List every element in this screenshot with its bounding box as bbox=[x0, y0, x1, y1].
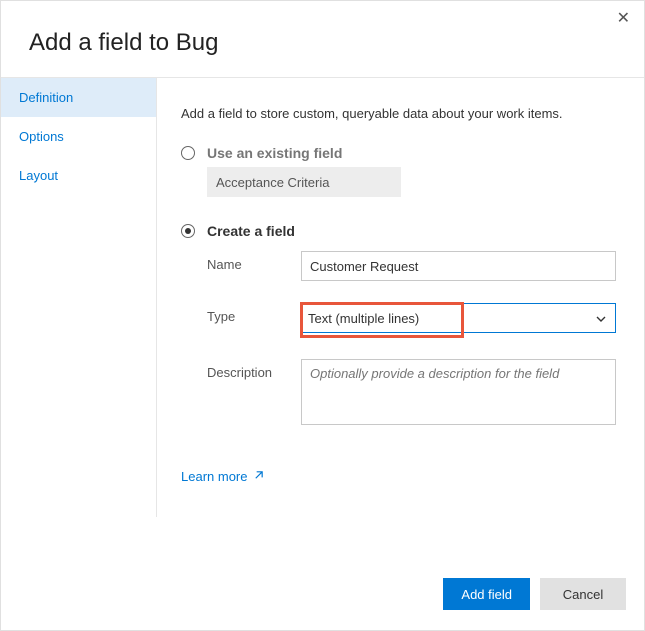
radio-create[interactable] bbox=[181, 224, 195, 238]
sidebar-item-definition[interactable]: Definition bbox=[1, 78, 156, 117]
name-label: Name bbox=[207, 251, 301, 272]
option-create-label: Create a field bbox=[207, 223, 295, 239]
intro-text: Add a field to store custom, queryable d… bbox=[181, 106, 616, 121]
create-field-sub: Name Type Text (multiple lines) bbox=[207, 251, 616, 425]
chevron-down-icon bbox=[595, 313, 607, 325]
sidebar: Definition Options Layout bbox=[1, 78, 157, 517]
sidebar-item-layout[interactable]: Layout bbox=[1, 156, 156, 195]
name-row: Name bbox=[207, 251, 616, 281]
close-icon[interactable]: ✕ bbox=[617, 11, 630, 27]
description-label: Description bbox=[207, 359, 301, 380]
radio-existing[interactable] bbox=[181, 146, 195, 160]
description-input[interactable] bbox=[301, 359, 616, 425]
type-row: Type Text (multiple lines) bbox=[207, 303, 616, 333]
learn-more-label: Learn more bbox=[181, 469, 247, 484]
add-field-button[interactable]: Add field bbox=[443, 578, 530, 610]
dialog-footer: Add field Cancel bbox=[443, 578, 626, 610]
option-existing-label: Use an existing field bbox=[207, 145, 342, 161]
existing-field-input bbox=[207, 167, 401, 197]
add-field-dialog: ✕ Add a field to Bug Definition Options … bbox=[0, 0, 645, 631]
learn-more-link[interactable]: Learn more bbox=[181, 469, 264, 484]
dialog-title: Add a field to Bug bbox=[1, 1, 644, 77]
dialog-body: Definition Options Layout Add a field to… bbox=[1, 77, 644, 517]
main-panel: Add a field to store custom, queryable d… bbox=[157, 78, 644, 517]
description-row: Description bbox=[207, 359, 616, 425]
type-select-value: Text (multiple lines) bbox=[308, 311, 419, 326]
option-create-row: Create a field bbox=[181, 223, 616, 239]
cancel-button[interactable]: Cancel bbox=[540, 578, 626, 610]
option-existing-row: Use an existing field bbox=[181, 145, 616, 161]
type-select[interactable]: Text (multiple lines) bbox=[301, 303, 616, 333]
sidebar-item-options[interactable]: Options bbox=[1, 117, 156, 156]
existing-field-sub bbox=[207, 167, 616, 197]
type-label: Type bbox=[207, 303, 301, 324]
name-input[interactable] bbox=[301, 251, 616, 281]
external-link-icon bbox=[253, 469, 264, 484]
type-select-wrap: Text (multiple lines) bbox=[301, 303, 616, 333]
